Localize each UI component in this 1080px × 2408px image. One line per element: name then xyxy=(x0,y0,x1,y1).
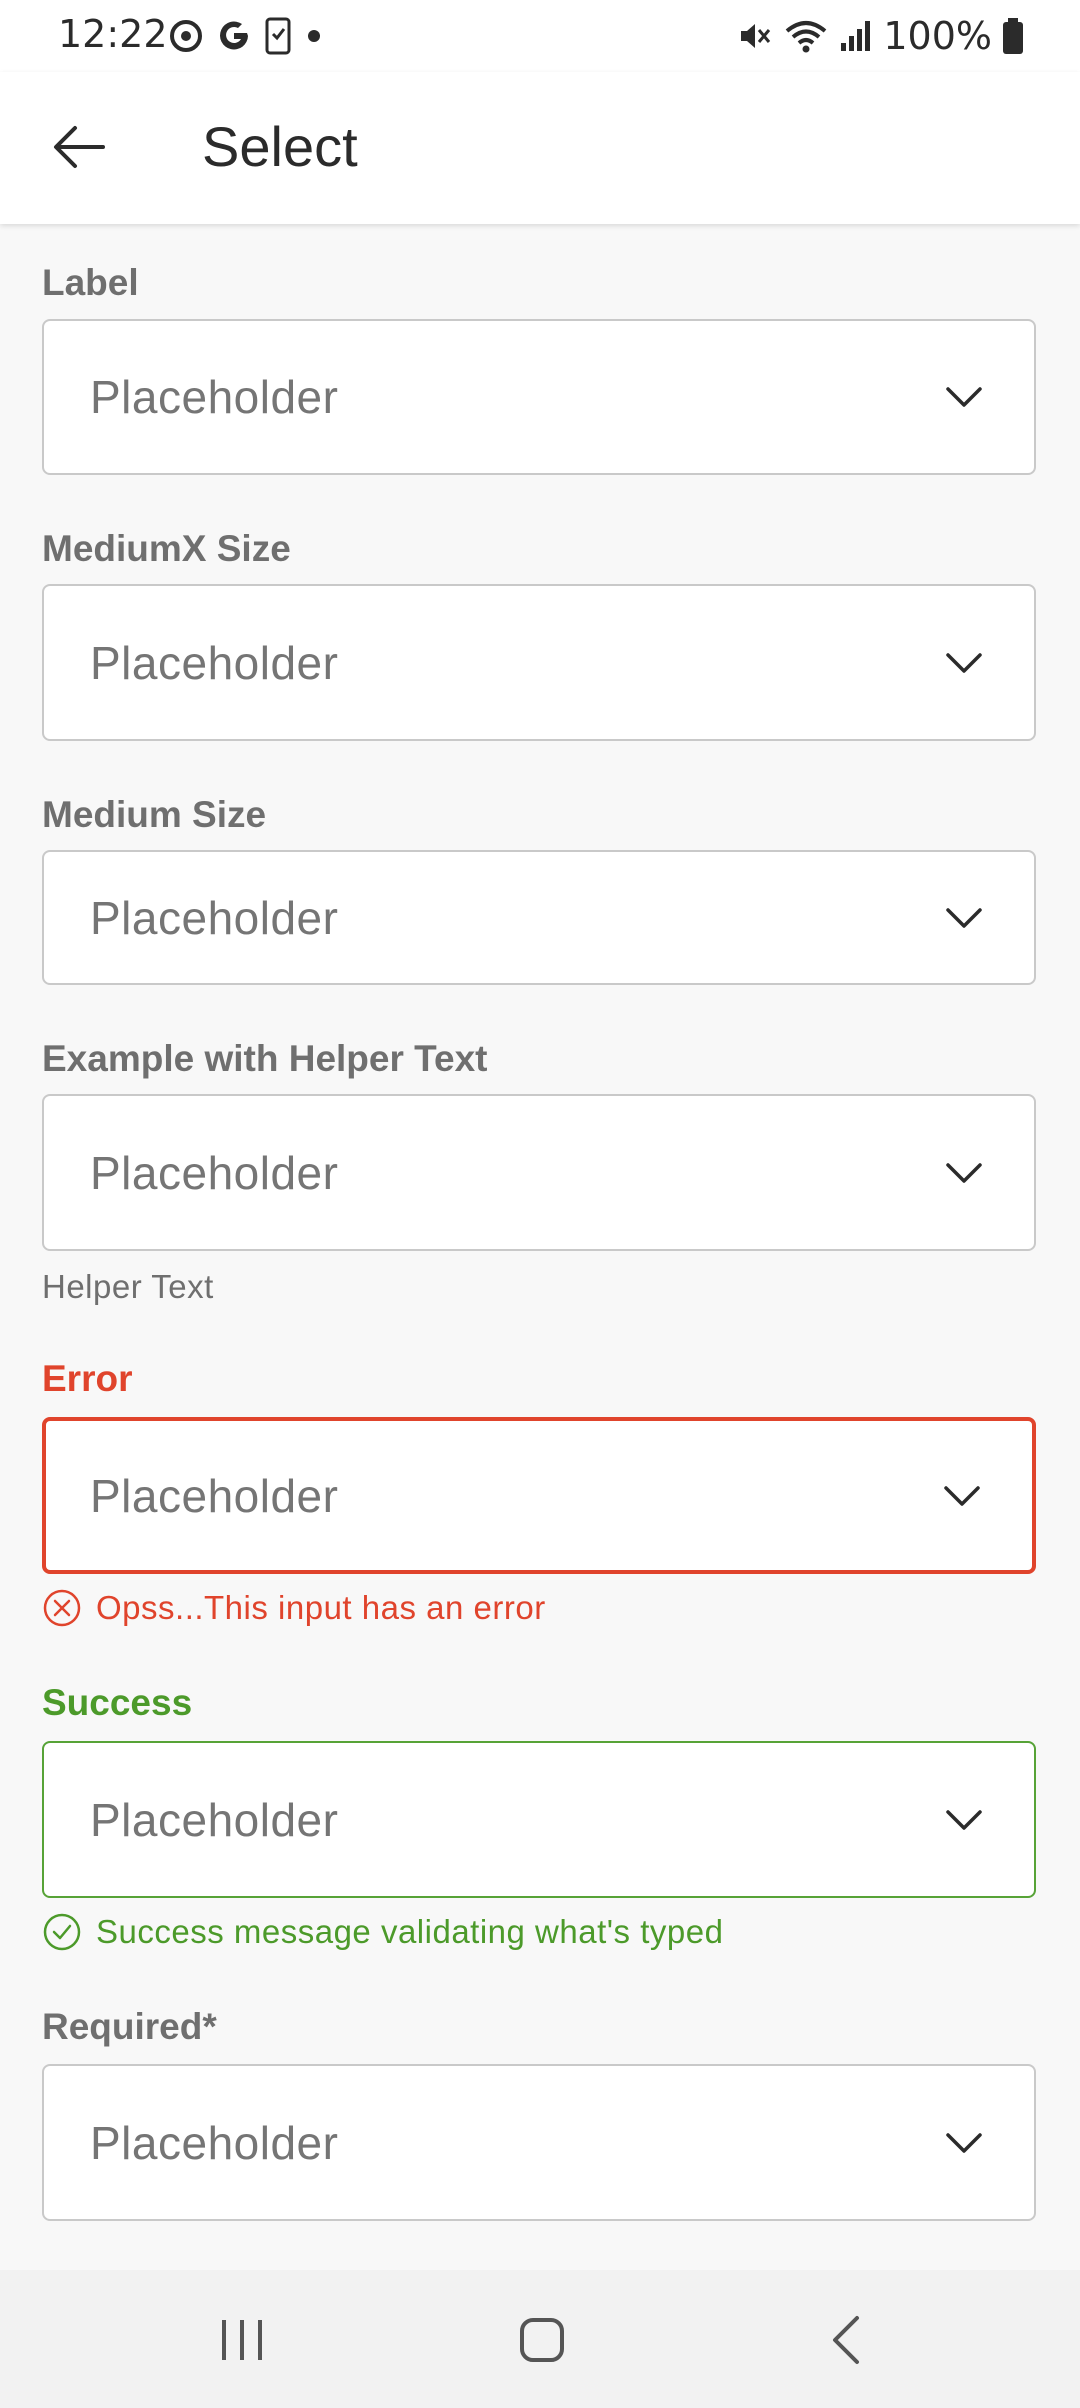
success-message: Success message validating what's typed xyxy=(42,1910,723,1954)
back-button[interactable] xyxy=(36,104,122,190)
select-mediumx-size[interactable]: Placeholder xyxy=(42,584,1036,741)
battery-percent: 100% xyxy=(883,14,992,58)
select-placeholder: Placeholder xyxy=(90,1469,339,1522)
field-label-error: Error xyxy=(42,1358,133,1399)
sync-circle-icon xyxy=(170,20,202,52)
select-medium-size[interactable]: Placeholder xyxy=(42,850,1036,985)
select-placeholder: Placeholder xyxy=(90,1793,339,1846)
chevron-down-icon xyxy=(946,907,982,928)
system-icons: 100% xyxy=(735,14,1024,58)
error-circle-x-icon xyxy=(43,1589,81,1627)
select-placeholder: Placeholder xyxy=(90,1146,339,1199)
system-nav-bar xyxy=(0,2270,1080,2408)
google-icon xyxy=(220,21,248,50)
select-placeholder: Placeholder xyxy=(90,891,339,944)
wifi-icon xyxy=(786,21,827,53)
nav-recents-button[interactable] xyxy=(182,2298,302,2382)
status-bar: 12:22 100% xyxy=(0,0,1080,72)
device-check-icon xyxy=(265,17,291,55)
nav-home-button[interactable] xyxy=(482,2298,602,2382)
page-title: Select xyxy=(202,115,358,178)
battery-icon xyxy=(1003,18,1023,54)
select-error[interactable]: Placeholder xyxy=(42,1417,1036,1574)
app-bar: Select xyxy=(0,72,1080,224)
signal-icon xyxy=(841,21,871,51)
home-icon xyxy=(520,2318,564,2362)
select-label[interactable]: Placeholder xyxy=(42,319,1036,475)
chevron-down-icon xyxy=(946,1809,982,1830)
select-placeholder: Placeholder xyxy=(90,371,339,423)
select-placeholder: Placeholder xyxy=(90,636,339,689)
more-notifications-dot-icon xyxy=(308,30,320,42)
field-label: Medium Size xyxy=(42,794,267,835)
error-message-text: Opss...This input has an error xyxy=(96,1589,546,1626)
chevron-down-icon xyxy=(946,1162,982,1183)
chevron-down-icon xyxy=(946,2132,982,2153)
field-label-required: Required* xyxy=(42,2006,217,2047)
field-label-success: Success xyxy=(42,1682,193,1723)
nav-back-button[interactable] xyxy=(786,2298,906,2382)
chevron-down-icon xyxy=(946,387,982,407)
select-list: Label Placeholder MediumX Size Placehold… xyxy=(0,224,1080,2270)
check-circle-icon xyxy=(43,1913,81,1951)
mute-icon xyxy=(741,24,771,48)
field-label: Example with Helper Text xyxy=(42,1038,488,1079)
success-message-text: Success message validating what's typed xyxy=(96,1913,724,1950)
chevron-down-icon xyxy=(946,652,982,673)
field-label: MediumX Size xyxy=(42,528,291,569)
select-placeholder: Placeholder xyxy=(90,2116,339,2169)
error-message: Opss...This input has an error xyxy=(42,1586,546,1630)
notification-icons xyxy=(168,16,324,56)
select-required[interactable]: Placeholder xyxy=(42,2064,1036,2221)
select-helper-text[interactable]: Placeholder xyxy=(42,1094,1036,1251)
nav-back-icon xyxy=(833,2316,859,2364)
arrow-left-icon xyxy=(54,126,105,168)
field-label: Label xyxy=(42,262,139,303)
select-success[interactable]: Placeholder xyxy=(42,1741,1036,1898)
chevron-down-icon xyxy=(944,1485,980,1506)
status-time: 12:22 xyxy=(58,12,168,56)
helper-text: Helper Text xyxy=(42,1268,214,1305)
recents-icon xyxy=(222,2320,262,2360)
